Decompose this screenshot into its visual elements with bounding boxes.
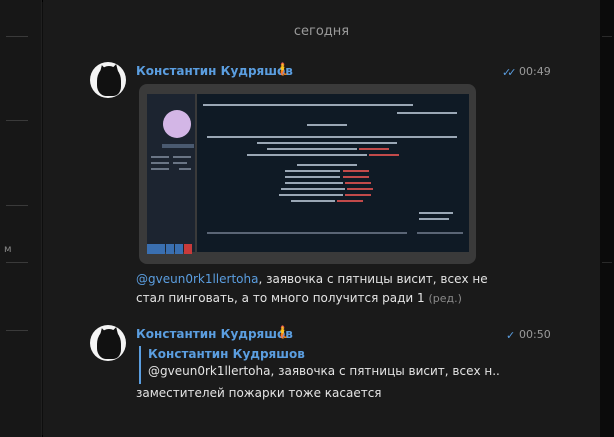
screenshot-highlight (347, 188, 373, 190)
message-time: 00:50 (519, 328, 551, 341)
screenshot-line (281, 188, 345, 190)
screenshot-line (151, 156, 169, 158)
message-author[interactable]: Константин Кудряшов (136, 327, 293, 341)
screenshot-line (267, 148, 357, 150)
scrollbar[interactable] (600, 0, 614, 437)
screenshot-toolbar-button (184, 244, 192, 254)
screenshot-line (151, 162, 169, 164)
screenshot-document (197, 94, 469, 252)
single-check-icon: ✓ (506, 329, 515, 342)
screenshot-highlight (345, 182, 371, 184)
screenshot-toolbar-button (175, 244, 183, 254)
sidebar-fragment-glyph: м (4, 244, 12, 255)
attached-screenshot-image[interactable] (139, 84, 476, 264)
reply-text: @gveun0rk1llertoha, заявочка с пятницы в… (148, 364, 499, 378)
screenshot-highlight (337, 200, 363, 202)
cat-avatar-icon (97, 329, 121, 359)
reply-quote[interactable]: Константин Кудряшов @gveun0rk1llertoha, … (139, 346, 499, 384)
screenshot-line (279, 194, 343, 196)
message-author[interactable]: Константин Кудряшов (136, 64, 293, 78)
screenshot-toolbar-button (147, 244, 165, 254)
scroll-divider (602, 36, 612, 37)
screenshot-highlight (359, 148, 389, 150)
message-text: @gveun0rk1llertoha, заявочка с пятницы в… (136, 270, 496, 308)
edited-label: (ред.) (428, 292, 462, 305)
screenshot-line (247, 154, 367, 156)
double-check-icon: ✓✓ (502, 66, 517, 79)
screenshot-button (162, 144, 194, 148)
screenshot-line (397, 112, 457, 114)
screenshot-highlight (343, 176, 369, 178)
screenshot-line (179, 168, 191, 170)
screenshot-line (285, 170, 340, 172)
message-text-line1: , заявочка с пятницы висит, всех не (258, 272, 488, 286)
screenshot-line (207, 136, 457, 138)
screenshot-sidebar (147, 94, 195, 252)
screenshot-line (419, 212, 453, 214)
screenshot-highlight (369, 154, 399, 156)
screenshot-line (285, 176, 340, 178)
mermaid-emoji-icon: 🧜 (275, 62, 290, 76)
screenshot-line (257, 142, 397, 144)
screenshot-line (207, 232, 407, 234)
message-time: 00:49 (519, 65, 551, 78)
screenshot-toolbar-button (166, 244, 174, 254)
screenshot-toolbar (147, 244, 195, 254)
date-separator: сегодня (293, 24, 350, 39)
scroll-divider (602, 262, 612, 263)
cat-avatar-icon (97, 66, 121, 96)
message-text-line2: стал пинговать, а то много получится рад… (136, 291, 425, 305)
screenshot-line (173, 162, 187, 164)
screenshot-line (419, 218, 449, 220)
screenshot-line (285, 182, 343, 184)
screenshot-avatar (163, 110, 191, 138)
screenshot-line (291, 200, 335, 202)
avatar[interactable] (90, 62, 126, 98)
avatar[interactable] (90, 325, 126, 361)
sidebar-divider (6, 120, 28, 121)
screenshot-highlight (343, 170, 369, 172)
sidebar-divider (6, 262, 28, 263)
reply-author: Константин Кудряшов (148, 347, 305, 361)
screenshot-line (297, 164, 357, 166)
user-mention-link[interactable]: @gveun0rk1llertoha (136, 272, 258, 286)
chat-list-sidebar[interactable]: м (0, 0, 42, 437)
screenshot-highlight (345, 194, 371, 196)
message-text: заместителей пожарки тоже касается (136, 386, 382, 400)
screenshot-line (417, 232, 463, 234)
mermaid-emoji-icon: 🧜 (275, 325, 290, 339)
sidebar-divider (6, 205, 28, 206)
screenshot-line (203, 104, 413, 106)
sidebar-divider (6, 330, 28, 331)
screenshot-line (307, 124, 347, 126)
screenshot-line (173, 156, 191, 158)
screenshot-line (151, 168, 169, 170)
sidebar-divider (6, 36, 28, 37)
